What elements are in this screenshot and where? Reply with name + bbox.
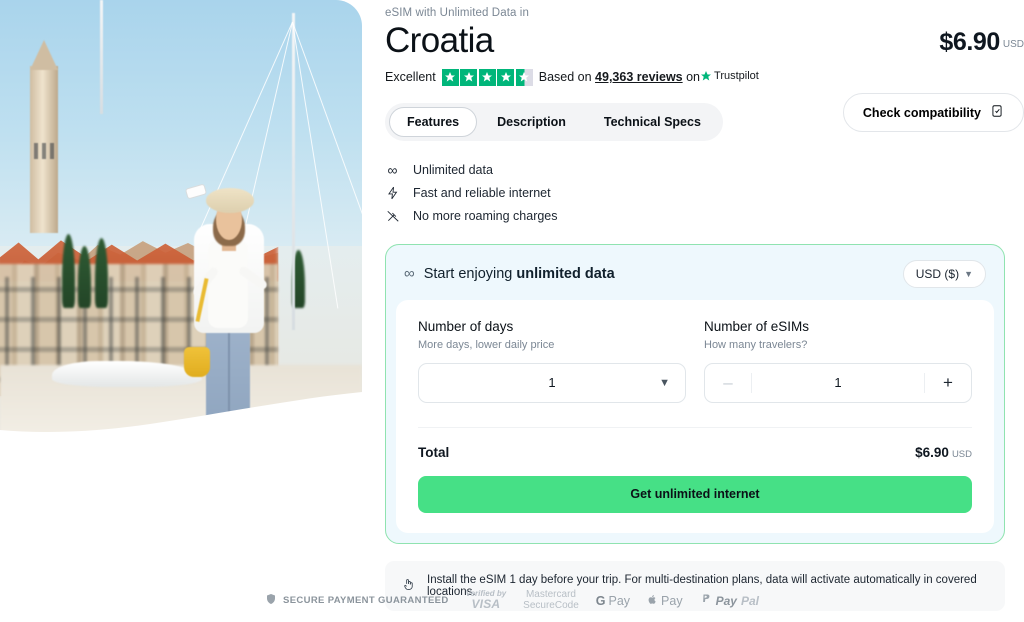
- order-fields: Number of days More days, lower daily pr…: [418, 319, 972, 403]
- star-rating: [441, 68, 533, 86]
- yellow-handbag: [184, 347, 210, 377]
- order-heading-prefix: Start enjoying: [423, 265, 513, 282]
- apple-pay-badge: Pay: [647, 594, 683, 608]
- trustpilot-logo: Trustpilot: [700, 70, 759, 82]
- product-page: eSIM with Unlimited Data in Croatia $6.9…: [0, 0, 1024, 622]
- payment-badges: SECURE PAYMENT GUARANTEED Verified by VI…: [0, 589, 1024, 612]
- feature-label: Fast and reliable internet: [413, 186, 551, 201]
- order-card-header: ∞ Start enjoying unlimited data USD ($) …: [386, 245, 1004, 300]
- days-field: Number of days More days, lower daily pr…: [418, 319, 686, 403]
- tab-features[interactable]: Features: [389, 106, 478, 137]
- chevron-down-icon: ▼: [964, 268, 973, 279]
- tab-bar: Features Description Technical Specs: [385, 102, 723, 141]
- infinity-icon: ∞: [404, 265, 415, 283]
- feature-item: ∞ Unlimited data: [385, 159, 1024, 182]
- tab-description[interactable]: Description: [479, 107, 584, 137]
- check-compatibility-button[interactable]: Check compatibility: [842, 93, 1024, 132]
- secure-payment-label: SECURE PAYMENT GUARANTEED: [283, 595, 449, 606]
- star-icon: [460, 68, 478, 86]
- feature-label: Unlimited data: [413, 163, 493, 178]
- esims-field: Number of eSIMs How many travelers? – 1 …: [704, 319, 972, 403]
- woman-taking-selfie: [178, 158, 284, 431]
- apple-logo-icon: [647, 594, 658, 608]
- reviews-link[interactable]: 49,363 reviews: [595, 70, 683, 84]
- trustpilot-rating[interactable]: Excellent Based on 49,363 reviews on Trus…: [385, 68, 1024, 86]
- esims-value[interactable]: 1: [752, 364, 924, 402]
- total-label: Total: [418, 444, 450, 460]
- order-heading: ∞ Start enjoying unlimited data: [404, 265, 615, 282]
- get-unlimited-internet-button[interactable]: Get unlimited internet: [418, 475, 972, 513]
- based-on-label: Based on: [538, 70, 592, 85]
- price-value: $6.90: [939, 28, 1000, 56]
- hero-photo-clip: [0, 0, 362, 440]
- gpay-g-letter: G: [595, 593, 606, 608]
- apple-pay-text: Pay: [661, 593, 683, 608]
- feature-item: No more roaming charges: [385, 205, 1024, 228]
- paypal-pal-text: Pal: [740, 593, 759, 608]
- paypal-badge: Pay Pal: [700, 593, 759, 608]
- visa-logo-text: VISA: [471, 597, 501, 612]
- paypal-pay-text: Pay: [715, 593, 737, 608]
- total-value: $6.90: [915, 444, 949, 460]
- bell-tower: [30, 66, 58, 233]
- price-block: $6.90 USD: [939, 28, 1024, 57]
- days-label: Number of days: [418, 318, 514, 334]
- feature-item: Fast and reliable internet: [385, 182, 1024, 205]
- check-compatibility-label: Check compatibility: [862, 105, 981, 120]
- hero-image: [0, 0, 362, 440]
- smartphone: [185, 183, 207, 199]
- feature-label: No more roaming charges: [413, 209, 558, 224]
- total-row: Total $6.90 USD: [418, 426, 972, 462]
- mastercard-top-text: Mastercard: [525, 589, 576, 600]
- star-half-icon: [515, 68, 533, 86]
- white-top: [208, 240, 248, 327]
- star-icon: [441, 68, 459, 86]
- straw-hat: [206, 188, 254, 213]
- google-pay-badge: G Pay: [596, 594, 630, 608]
- total-currency: USD: [951, 448, 972, 460]
- esims-label: Number of eSIMs: [704, 318, 810, 334]
- shield-check-icon: [265, 593, 277, 608]
- currency-value: USD ($): [915, 266, 960, 281]
- days-sublabel: More days, lower daily price: [418, 338, 555, 351]
- secure-payment-badge: SECURE PAYMENT GUARANTEED: [265, 593, 449, 608]
- increment-button[interactable]: +: [925, 364, 971, 402]
- gpay-pay-text: Pay: [608, 593, 631, 608]
- page-title: Croatia: [385, 21, 494, 60]
- infinity-icon: ∞: [387, 162, 398, 179]
- product-details: eSIM with Unlimited Data in Croatia $6.9…: [385, 0, 1024, 622]
- lightning-bolt-icon: [385, 186, 400, 200]
- jeans: [206, 317, 250, 432]
- eyebrow-text: eSIM with Unlimited Data in: [385, 7, 529, 19]
- star-icon: [497, 68, 515, 86]
- total-amount: $6.90 USD: [915, 444, 972, 462]
- sailboat-mast: [100, 0, 103, 114]
- mastercard-securecode-badge: Mastercard SecureCode: [523, 589, 579, 611]
- trustpilot-name: Trustpilot: [714, 70, 759, 83]
- tab-technical-specs[interactable]: Technical Specs: [586, 107, 719, 137]
- price-currency: USD: [1002, 39, 1024, 50]
- order-card: ∞ Start enjoying unlimited data USD ($) …: [385, 243, 1005, 544]
- decrement-button[interactable]: –: [705, 364, 751, 402]
- verified-by-visa-badge: Verified by VISA: [466, 589, 507, 612]
- mastercard-bottom-text: SecureCode: [523, 599, 579, 611]
- star-icon: [478, 68, 496, 86]
- no-roaming-icon: [385, 209, 400, 223]
- device-check-icon: [990, 104, 1004, 121]
- paypal-logo-icon: [700, 593, 712, 608]
- order-card-body: Number of days More days, lower daily pr…: [396, 299, 994, 533]
- reviews-text: Based on 49,363 reviews on Trustpilot: [539, 70, 759, 84]
- days-value: 1: [548, 375, 556, 391]
- on-label: on: [686, 70, 701, 85]
- sailboat-mast: [292, 13, 295, 330]
- esims-stepper: – 1 +: [704, 362, 972, 403]
- currency-selector[interactable]: USD ($) ▼: [902, 259, 986, 288]
- days-select[interactable]: 1 ▼: [418, 362, 686, 403]
- order-heading-strong: unlimited data: [516, 265, 615, 282]
- chevron-down-icon: ▼: [659, 376, 670, 389]
- feature-list: ∞ Unlimited data Fast and reliable inter…: [385, 159, 1024, 228]
- rating-label: Excellent: [385, 70, 436, 85]
- esims-sublabel: How many travelers?: [704, 338, 808, 351]
